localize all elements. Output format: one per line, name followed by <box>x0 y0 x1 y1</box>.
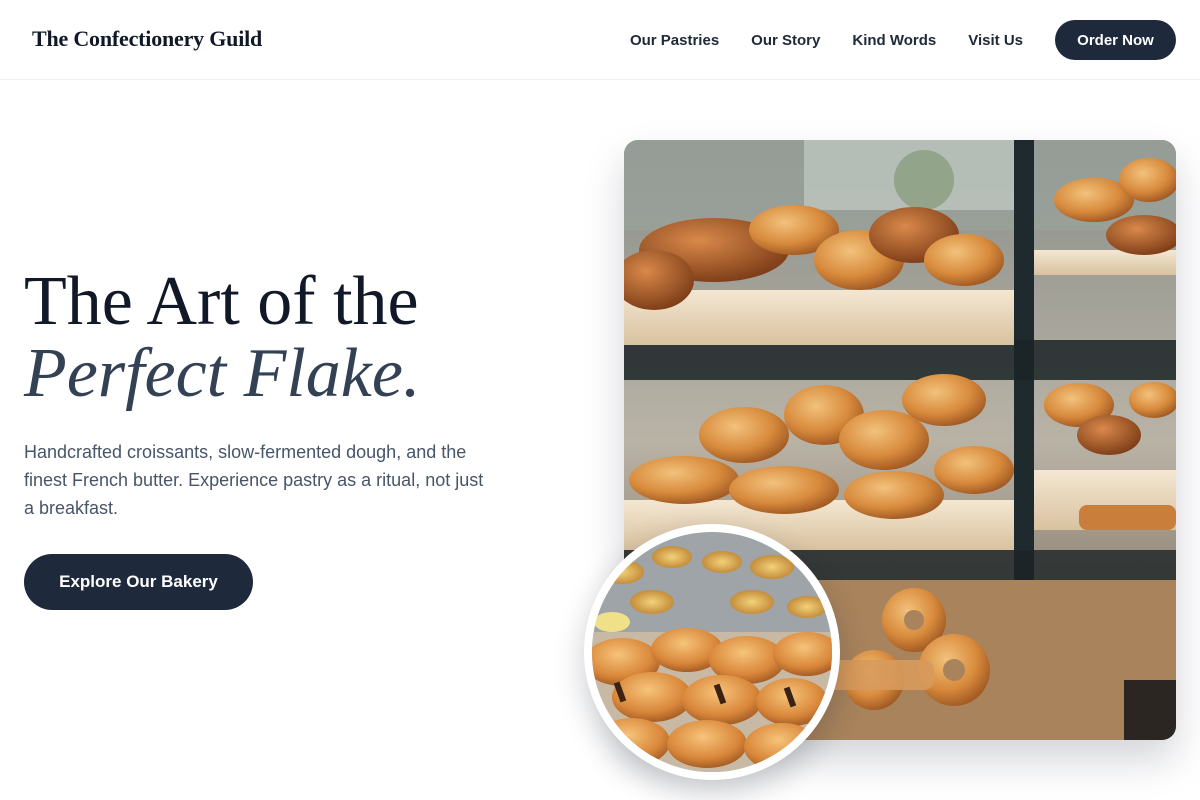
hero-description: Handcrafted croissants, slow-fermented d… <box>24 442 484 518</box>
hero-title: The Art of the Perfect Flake. <box>24 266 420 410</box>
pastry-closeup-illustration <box>592 532 832 772</box>
nav-link-kind-words[interactable]: Kind Words <box>852 32 936 49</box>
hero-title-line-1: The Art of the <box>24 263 419 340</box>
hero-title-line-2: Perfect Flake. <box>24 335 421 412</box>
nav-link-our-pastries[interactable]: Our Pastries <box>630 32 719 49</box>
order-now-button[interactable]: Order Now <box>1055 20 1176 60</box>
site-header: The Confectionery Guild Our Pastries Our… <box>0 0 1200 80</box>
nav-link-visit-us[interactable]: Visit Us <box>968 32 1023 49</box>
pastry-closeup-image <box>584 524 840 780</box>
main-nav: Our Pastries Our Story Kind Words Visit … <box>630 20 1176 60</box>
explore-bakery-button[interactable]: Explore Our Bakery <box>24 554 253 610</box>
site-logo[interactable]: The Confectionery Guild <box>32 26 262 52</box>
nav-link-our-story[interactable]: Our Story <box>751 32 820 49</box>
